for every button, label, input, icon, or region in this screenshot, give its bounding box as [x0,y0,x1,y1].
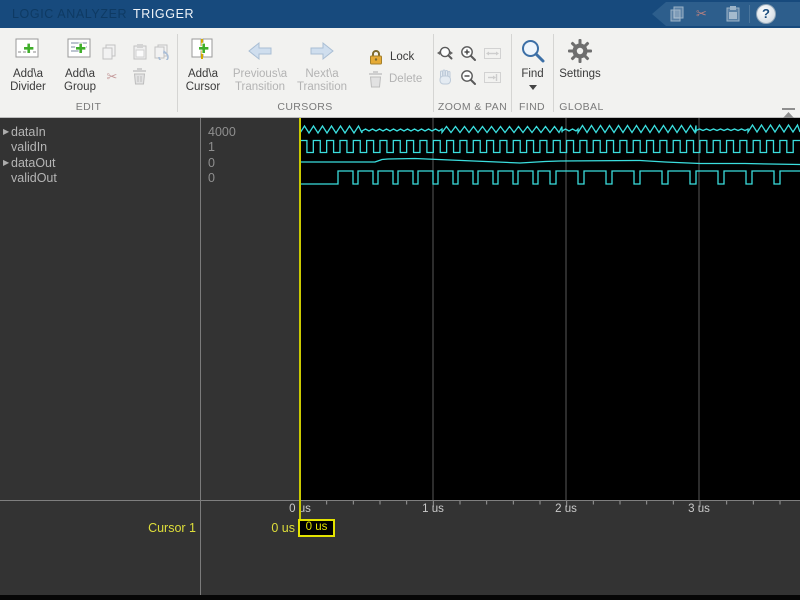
waveform-validIn [300,139,800,154]
pan-icon[interactable] [436,68,455,87]
cursor-value-box[interactable]: 0 us [298,519,335,537]
next-transition-label2: Transition [296,81,348,93]
trash-icon [369,70,382,87]
ribbon-toolbar: Add\a Divider Add\a Group ✂ EDIT Add\a C… [0,28,800,118]
gear-icon [567,34,593,68]
zoom-out-icon[interactable] [459,68,478,87]
signal-row-dataOut[interactable]: ▶ dataOut [0,155,199,170]
lock-button[interactable]: Lock [368,48,414,66]
titlebar: LOGIC ANALYZER TRIGGER ✂ ? [0,0,800,28]
find-icon [520,34,546,68]
previous-transition-label2: Transition [234,81,286,93]
add-cursor-icon [188,34,218,68]
add-divider-button[interactable]: Add\a Divider [2,34,54,94]
find-button[interactable]: Find [512,34,553,90]
previous-transition-label: Previous\a [232,68,288,80]
fit-to-view-icon[interactable] [483,44,502,63]
quick-access-toolbar: ✂ ? [652,2,800,26]
paste-icon[interactable] [131,43,149,61]
signal-row-validIn[interactable]: validIn [0,140,199,155]
tab-logic-analyzer[interactable]: LOGIC ANALYZER [12,0,127,28]
chevron-down-icon [528,85,537,90]
collapse-ribbon-button[interactable] [781,106,796,118]
signal-value-dataIn: 4000 [208,124,236,139]
arrow-left-icon [247,34,273,68]
tick-label: 1 us [422,503,444,515]
delete-icon[interactable] [130,67,148,85]
add-divider-icon [13,34,43,68]
waveform-validOut [300,170,800,185]
section-label-cursors: CURSORS [277,101,333,113]
find-label: Find [521,68,544,80]
lock-label: Lock [390,51,415,63]
time-cursor-line[interactable] [299,118,301,519]
zoom-in-icon[interactable] [459,44,478,63]
tab-trigger[interactable]: TRIGGER [133,0,194,28]
delete-label: Delete [389,73,423,85]
copy-icon[interactable] [100,43,118,61]
zoom-in-time-icon[interactable] [436,44,455,63]
tick-label: 3 us [688,503,710,515]
section-label-find: FIND [518,101,546,113]
settings-label: Settings [559,68,601,80]
section-label-edit: EDIT [75,101,102,113]
pan-to-cursor-icon[interactable] [483,68,502,87]
duplicate-icon[interactable] [152,43,170,61]
signal-row-dataIn[interactable]: ▶ dataIn [0,124,199,139]
signal-name: validOut [11,171,57,185]
logic-analyzer-window: LOGIC ANALYZER TRIGGER ✂ ? Add\a Divider [0,0,800,600]
signal-name: dataIn [11,124,46,139]
help-button[interactable]: ? [756,4,776,24]
signal-value-validOut: 0 [208,171,215,185]
delete-cursor-button[interactable]: Delete [368,70,422,88]
waveform-canvas[interactable] [299,118,800,500]
settings-button[interactable]: Settings [554,34,606,81]
waveform-dataOut [300,157,800,166]
signal-value-dataOut: 0 [208,155,215,170]
copy-icon[interactable] [668,5,686,23]
signal-row-validOut[interactable]: validOut [0,171,199,186]
section-label-global: GLOBAL [559,101,604,113]
window-bottom-edge [0,595,800,600]
waveform-dataIn [299,123,800,135]
add-group-label2: Group [64,81,96,93]
bottom-panel [0,501,800,595]
previous-transition-button[interactable]: Previous\a Transition [230,34,290,94]
section-label-zoom-pan: ZOOM & PAN [437,101,508,113]
signal-value-validIn: 1 [208,140,215,154]
next-transition-label: Next\a [305,68,339,80]
signal-name: validIn [11,140,48,154]
paste-icon[interactable] [724,5,742,23]
cut-icon[interactable]: ✂ [103,67,121,85]
cursor-value: 0 us [271,521,295,535]
add-cursor-label: Add\a [187,68,219,80]
signal-name: dataOut [11,155,56,170]
add-cursor-button[interactable]: Add\a Cursor [178,34,228,94]
cursor-name: Cursor 1 [148,521,196,535]
add-divider-label: Add\a [12,68,44,80]
divider [749,5,750,23]
add-cursor-label2: Cursor [185,81,221,93]
expand-icon[interactable]: ▶ [0,127,11,136]
add-group-button[interactable]: Add\a Group [54,34,106,94]
arrow-right-icon [309,34,335,68]
add-group-label: Add\a [64,68,96,80]
tick-label: 2 us [555,503,577,515]
cut-icon[interactable]: ✂ [696,5,714,23]
lock-icon [370,50,382,65]
expand-icon[interactable]: ▶ [0,158,11,167]
next-transition-button[interactable]: Next\a Transition [292,34,352,94]
add-group-icon [65,34,95,68]
add-divider-label2: Divider [10,81,46,93]
